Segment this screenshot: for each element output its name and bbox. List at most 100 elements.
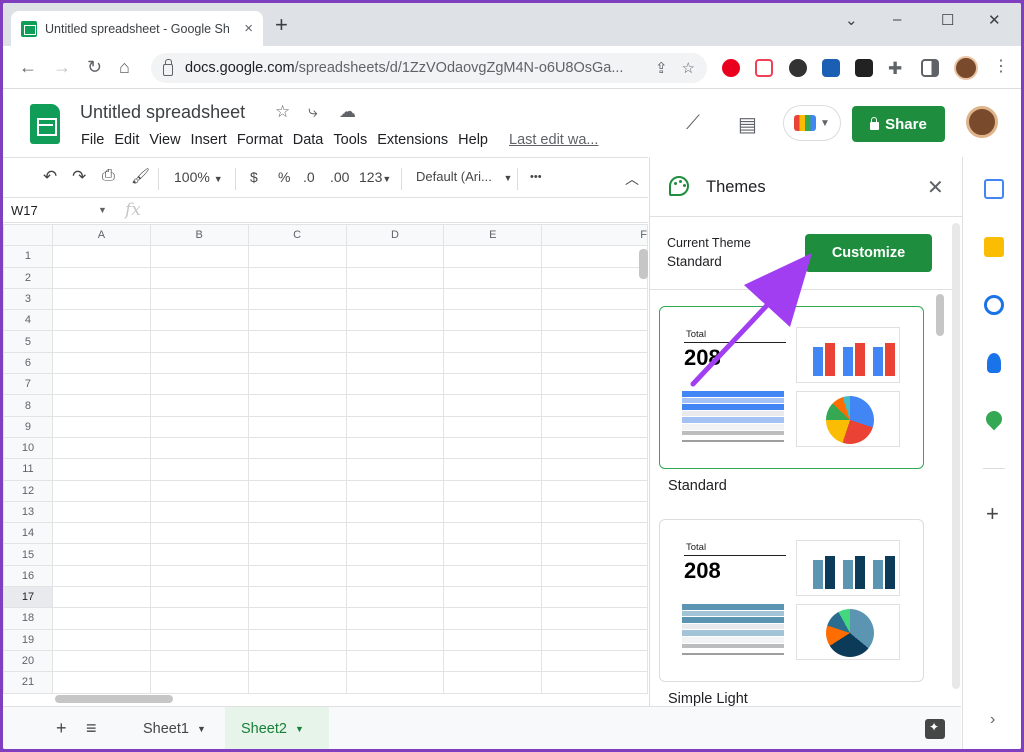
row-header[interactable]: 5 xyxy=(3,330,53,353)
grid-cell[interactable] xyxy=(51,245,151,268)
grid-cell[interactable] xyxy=(149,309,249,332)
grid-cell[interactable] xyxy=(51,522,151,545)
row-header[interactable]: 17 xyxy=(3,586,53,609)
row-header[interactable]: 11 xyxy=(3,458,53,481)
table-row[interactable]: 4 xyxy=(3,309,648,332)
grid-cell[interactable] xyxy=(247,351,347,375)
table-row[interactable]: 9 xyxy=(3,415,648,438)
table-row[interactable]: 21 xyxy=(3,671,648,694)
grid-cell[interactable] xyxy=(247,245,347,268)
row-header[interactable]: 19 xyxy=(3,628,53,651)
grid-cell[interactable] xyxy=(345,373,445,396)
cloud-status-icon[interactable]: ☁ xyxy=(339,102,356,122)
side-panel-icon[interactable] xyxy=(921,59,939,77)
table-row[interactable]: 3 xyxy=(3,287,648,311)
grid-cell[interactable] xyxy=(247,287,347,311)
forward-button[interactable]: → xyxy=(53,57,71,77)
grid-cell[interactable] xyxy=(541,649,648,673)
row-header[interactable]: 16 xyxy=(3,564,53,588)
grid-cell[interactable] xyxy=(443,436,543,460)
comments-icon[interactable]: ▤ xyxy=(738,112,757,137)
incognito-extension-icon[interactable] xyxy=(789,59,807,77)
vertical-scrollbar[interactable] xyxy=(639,249,648,279)
back-button[interactable]: ← xyxy=(19,57,37,77)
grid-cell[interactable] xyxy=(443,351,543,375)
grid-cell[interactable] xyxy=(149,458,249,481)
font-select[interactable]: Default (Ari... ▼ xyxy=(416,169,512,184)
extensions-puzzle-icon[interactable]: ✚ xyxy=(888,59,906,78)
grid-cell[interactable] xyxy=(541,564,648,588)
grid-cell[interactable] xyxy=(247,373,347,396)
chevron-down-icon[interactable]: ▼ xyxy=(98,205,107,215)
grid-cell[interactable] xyxy=(51,266,151,289)
grid-cell[interactable] xyxy=(443,287,543,311)
profile-avatar[interactable] xyxy=(954,56,978,80)
grid-cell[interactable] xyxy=(541,394,648,417)
grid-cell[interactable] xyxy=(51,458,151,481)
row-header[interactable]: 20 xyxy=(3,649,53,673)
grid-cell[interactable] xyxy=(149,245,249,268)
grid-cell[interactable] xyxy=(345,287,445,311)
grid-cell[interactable] xyxy=(345,671,445,694)
grid-cell[interactable] xyxy=(443,479,543,502)
grid-cell[interactable] xyxy=(149,649,249,673)
zoom-select[interactable]: 100% ▼ xyxy=(174,169,223,185)
close-icon[interactable]: ✕ xyxy=(927,175,944,200)
grid-cell[interactable] xyxy=(443,522,543,545)
grid-cell[interactable] xyxy=(51,351,151,375)
table-row[interactable]: 10 xyxy=(3,436,648,460)
row-header[interactable]: 21 xyxy=(3,671,53,694)
bookmark-star-icon[interactable]: ☆ xyxy=(682,59,695,77)
last-edit-link[interactable]: Last edit wa... xyxy=(493,132,598,148)
grid-cell[interactable] xyxy=(51,607,151,630)
send-extension-icon[interactable] xyxy=(855,59,873,77)
grid-cell[interactable] xyxy=(149,373,249,396)
grid-cell[interactable] xyxy=(541,671,648,694)
table-row[interactable]: 12 xyxy=(3,479,648,502)
grid-cell[interactable] xyxy=(247,309,347,332)
grid-cell[interactable] xyxy=(51,330,151,353)
grid-cell[interactable] xyxy=(149,266,249,289)
table-row[interactable]: 16 xyxy=(3,564,648,588)
grid-cell[interactable] xyxy=(51,373,151,396)
redo-icon[interactable]: ↷ xyxy=(72,167,86,187)
row-header[interactable]: 18 xyxy=(3,607,53,630)
grid-cell[interactable] xyxy=(51,479,151,502)
close-window-button[interactable]: ✕ xyxy=(988,11,1001,29)
grid-cell[interactable] xyxy=(443,649,543,673)
grid-cell[interactable] xyxy=(247,671,347,694)
minimize-button[interactable]: – xyxy=(893,11,901,28)
home-button[interactable]: ⌂ xyxy=(119,57,130,77)
row-header[interactable]: 13 xyxy=(3,500,53,524)
grid-cell[interactable] xyxy=(443,586,543,609)
extension-icon[interactable] xyxy=(822,59,840,77)
grid-cell[interactable] xyxy=(443,415,543,438)
panel-scrollbar-thumb[interactable] xyxy=(936,294,944,336)
grid-cell[interactable] xyxy=(345,586,445,609)
reload-button[interactable]: ↻ xyxy=(87,57,102,77)
row-header[interactable]: 12 xyxy=(3,479,53,502)
grid-cell[interactable] xyxy=(541,607,648,630)
grid-cell[interactable] xyxy=(443,373,543,396)
percent-button[interactable]: % xyxy=(278,169,290,185)
panel-scrollbar-track[interactable] xyxy=(952,223,960,689)
menu-insert[interactable]: Insert xyxy=(186,132,232,148)
menu-data[interactable]: Data xyxy=(288,132,329,148)
contacts-icon[interactable] xyxy=(987,353,1001,373)
grid-cell[interactable] xyxy=(51,543,151,566)
grid-cell[interactable] xyxy=(247,330,347,353)
theme-name-standard[interactable]: Standard xyxy=(668,478,727,494)
row-header[interactable]: 2 xyxy=(3,266,53,289)
sheet-tab-sheet1[interactable]: Sheet1 ▼ xyxy=(127,707,222,749)
table-row[interactable]: 2 xyxy=(3,266,648,289)
grid-cell[interactable] xyxy=(149,436,249,460)
grid-cell[interactable] xyxy=(345,607,445,630)
grid-cell[interactable] xyxy=(345,649,445,673)
row-header[interactable]: 14 xyxy=(3,522,53,545)
star-icon[interactable]: ☆ xyxy=(275,102,290,122)
grid-cell[interactable] xyxy=(149,415,249,438)
tab-search-icon[interactable]: ⌄ xyxy=(845,11,858,29)
customize-button[interactable]: Customize xyxy=(805,234,932,272)
grid-table[interactable]: A B C D E F 1 2 3 4 5 6 7 8 9 10 11 12 13 14 15 16 17 18 1… xyxy=(3,224,648,694)
undo-icon[interactable]: ↶ xyxy=(43,167,57,187)
